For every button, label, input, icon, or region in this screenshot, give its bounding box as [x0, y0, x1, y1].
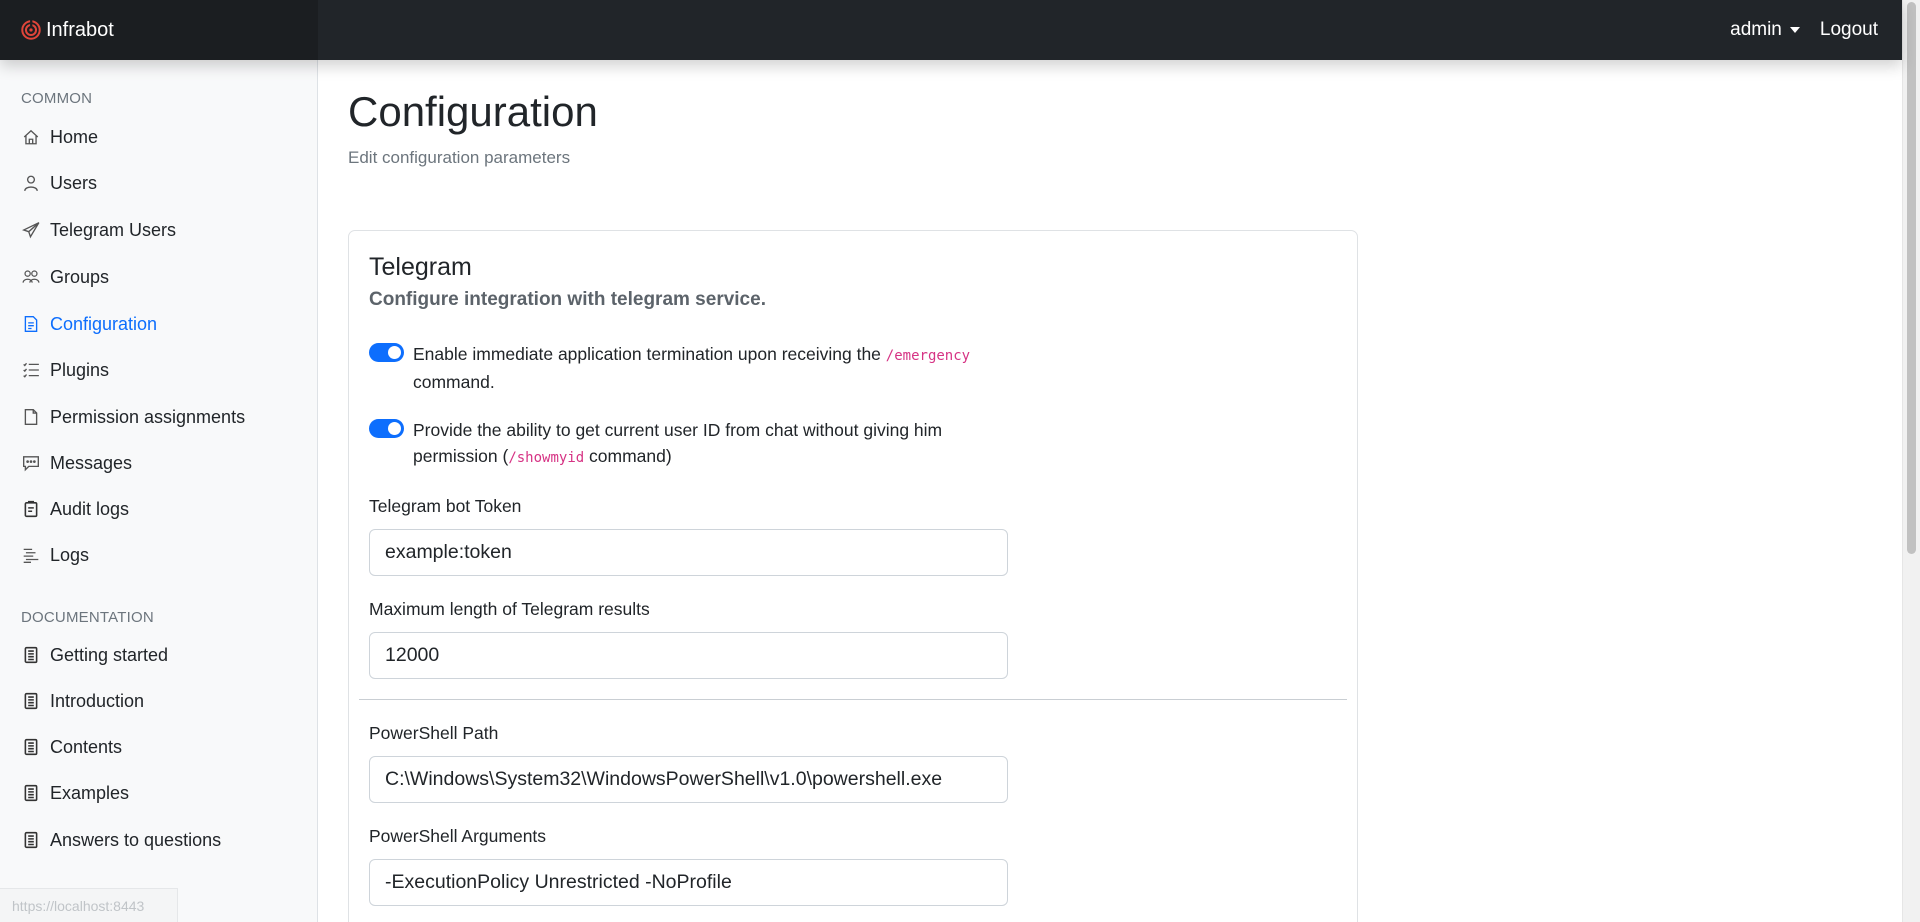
- send-icon: [21, 220, 41, 240]
- toggle-text: command): [584, 446, 672, 466]
- sidebar-item-home[interactable]: Home: [21, 122, 98, 152]
- max-length-input[interactable]: [369, 632, 1008, 679]
- powershell-path-label: PowerShell Path: [369, 723, 499, 743]
- card-subtitle: Configure integration with telegram serv…: [369, 289, 766, 310]
- toggle-text: Provide the ability to get current user …: [413, 420, 943, 466]
- max-length-label: Maximum length of Telegram results: [369, 599, 650, 619]
- sidebar-item-logs[interactable]: Logs: [21, 540, 89, 570]
- clipboard-icon: [21, 499, 41, 519]
- book-icon: [21, 830, 41, 850]
- sidebar-item-label: Users: [50, 172, 98, 193]
- sidebar-item-plugins[interactable]: Plugins: [21, 355, 109, 385]
- sidebar-item-configuration[interactable]: Configuration: [21, 309, 157, 339]
- user-icon: [21, 173, 41, 193]
- section-heading-common: COMMON: [21, 90, 93, 107]
- sidebar-item-introduction[interactable]: Introduction: [21, 686, 144, 716]
- infrabot-logo-icon: [21, 19, 41, 40]
- list-check-icon: [21, 360, 41, 380]
- sidebar-item-label: Permission assignments: [50, 406, 246, 427]
- sidebar: COMMON Home Users Telegram Users Groups …: [0, 60, 318, 922]
- sidebar-item-label: Groups: [50, 266, 110, 287]
- book-icon: [21, 783, 41, 803]
- status-bar-url: https://localhost:8443: [0, 888, 178, 922]
- chat-icon: [21, 453, 41, 473]
- book-icon: [21, 691, 41, 711]
- top-navbar: Infrabot admin Logout: [0, 0, 1902, 60]
- emergency-toggle-row: Enable immediate application termination…: [369, 341, 1009, 395]
- showmyid-toggle-switch[interactable]: [369, 419, 404, 438]
- sidebar-item-label: Telegram Users: [50, 219, 177, 240]
- showmyid-toggle-row: Provide the ability to get current user …: [369, 417, 1009, 471]
- sidebar-item-permission-assignments[interactable]: Permission assignments: [21, 402, 245, 432]
- emergency-toggle-switch[interactable]: [369, 343, 404, 362]
- powershell-arguments-input[interactable]: [369, 859, 1008, 906]
- sidebar-item-examples[interactable]: Examples: [21, 778, 129, 808]
- book-icon: [21, 737, 41, 757]
- telegram-config-card: Telegram Configure integration with tele…: [348, 230, 1358, 922]
- home-icon: [21, 127, 41, 147]
- toggle-text: Enable immediate application termination…: [413, 344, 886, 364]
- sidebar-item-label: Examples: [50, 782, 130, 803]
- file-icon: [21, 407, 41, 427]
- section-heading-documentation: DOCUMENTATION: [21, 609, 154, 626]
- sidebar-item-label: Audit logs: [50, 498, 130, 519]
- sidebar-item-label: Logs: [50, 544, 90, 565]
- sidebar-item-label: Answers to questions: [50, 829, 222, 850]
- user-name: admin: [1730, 19, 1782, 40]
- showmyid-command-code: /showmyid: [508, 450, 585, 466]
- brand-link[interactable]: Infrabot: [0, 0, 318, 60]
- powershell-arguments-label: PowerShell Arguments: [369, 826, 547, 846]
- sidebar-item-getting-started[interactable]: Getting started: [21, 640, 168, 670]
- page-scrollbar[interactable]: [1902, 0, 1920, 922]
- user-dropdown[interactable]: admin: [1730, 19, 1800, 41]
- caret-down-icon: [1789, 27, 1800, 33]
- sidebar-item-contents[interactable]: Contents: [21, 732, 122, 762]
- sidebar-item-answers-to-questions[interactable]: Answers to questions: [21, 825, 221, 855]
- logout-link[interactable]: Logout: [1820, 19, 1878, 41]
- page-subtitle: Edit configuration parameters: [348, 148, 571, 167]
- book-icon: [21, 645, 41, 665]
- toggle-text: command.: [413, 372, 495, 392]
- sidebar-item-audit-logs[interactable]: Audit logs: [21, 494, 129, 524]
- scrollbar-thumb[interactable]: [1907, 2, 1916, 554]
- sidebar-item-label: Introduction: [50, 690, 145, 711]
- sidebar-item-messages[interactable]: Messages: [21, 448, 132, 478]
- sidebar-item-users[interactable]: Users: [21, 168, 97, 198]
- sidebar-item-groups[interactable]: Groups: [21, 262, 109, 292]
- card-title: Telegram: [369, 253, 472, 281]
- emergency-command-code: /emergency: [885, 348, 971, 364]
- sidebar-item-label: Home: [50, 126, 99, 147]
- powershell-path-input[interactable]: [369, 756, 1008, 803]
- sidebar-item-label: Plugins: [50, 359, 110, 380]
- sidebar-item-label: Configuration: [50, 313, 158, 334]
- sidebar-item-label: Messages: [50, 452, 133, 473]
- main-content: Configuration Edit configuration paramet…: [348, 60, 1878, 922]
- bot-token-input[interactable]: [369, 529, 1008, 576]
- showmyid-toggle-label: Provide the ability to get current user …: [413, 417, 1009, 471]
- sidebar-item-label: Contents: [50, 736, 123, 757]
- sidebar-item-label: Getting started: [50, 644, 169, 665]
- people-icon: [21, 267, 41, 287]
- brand-name: Infrabot: [46, 18, 114, 41]
- text-lines-icon: [21, 545, 41, 565]
- page-title: Configuration: [348, 88, 598, 135]
- bot-token-label: Telegram bot Token: [369, 496, 522, 516]
- emergency-toggle-label: Enable immediate application termination…: [413, 341, 1009, 395]
- document-icon: [21, 314, 41, 334]
- sidebar-item-telegram-users[interactable]: Telegram Users: [21, 215, 176, 245]
- section-divider: [359, 699, 1347, 700]
